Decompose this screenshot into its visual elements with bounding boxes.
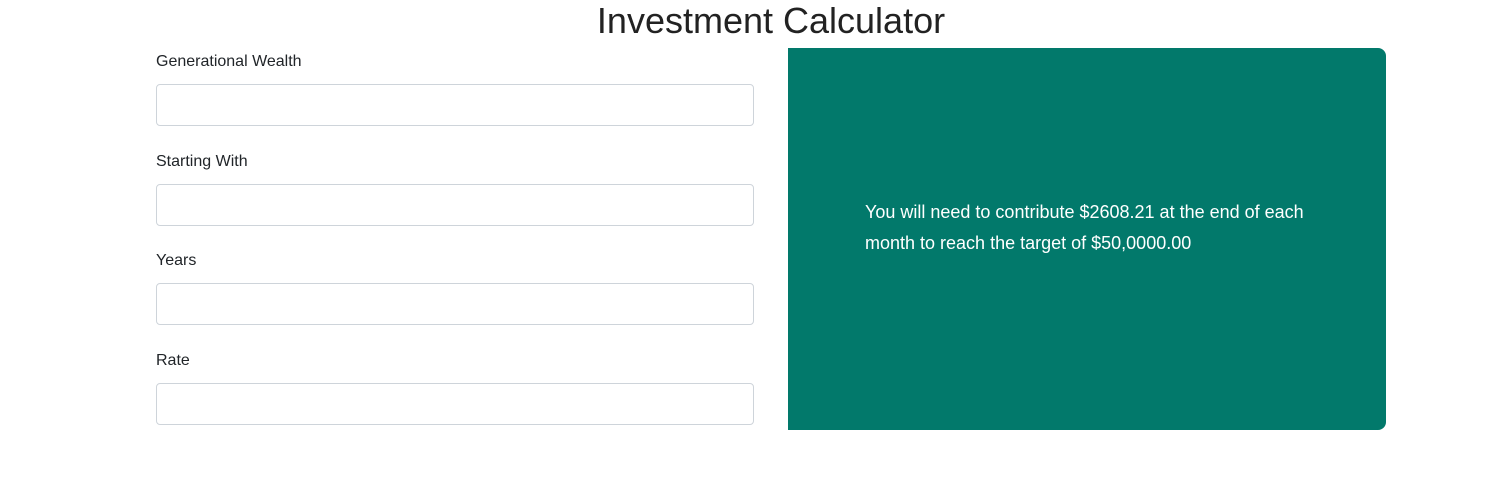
generational-wealth-group: Generational Wealth: [156, 52, 754, 148]
result-panel: You will need to contribute $2608.21 at …: [788, 48, 1386, 430]
starting-with-group: Starting With: [156, 152, 754, 248]
years-label: Years: [156, 252, 197, 269]
rate-group: Rate: [156, 351, 754, 447]
years-group: Years: [156, 251, 754, 347]
rate-label: Rate: [156, 351, 190, 369]
rate-input[interactable]: [156, 382, 754, 425]
generational-wealth-label: Generational Wealth: [156, 53, 302, 70]
years-input[interactable]: [156, 283, 754, 325]
result-message: You will need to contribute $2608.21 at …: [865, 202, 1304, 253]
investment-form: Generational Wealth Starting With Years …: [156, 48, 754, 446]
starting-with-input[interactable]: [156, 183, 754, 226]
generational-wealth-input[interactable]: [156, 84, 754, 126]
page-title: Investment Calculator: [596, 0, 946, 41]
starting-with-label: Starting With: [156, 152, 248, 170]
